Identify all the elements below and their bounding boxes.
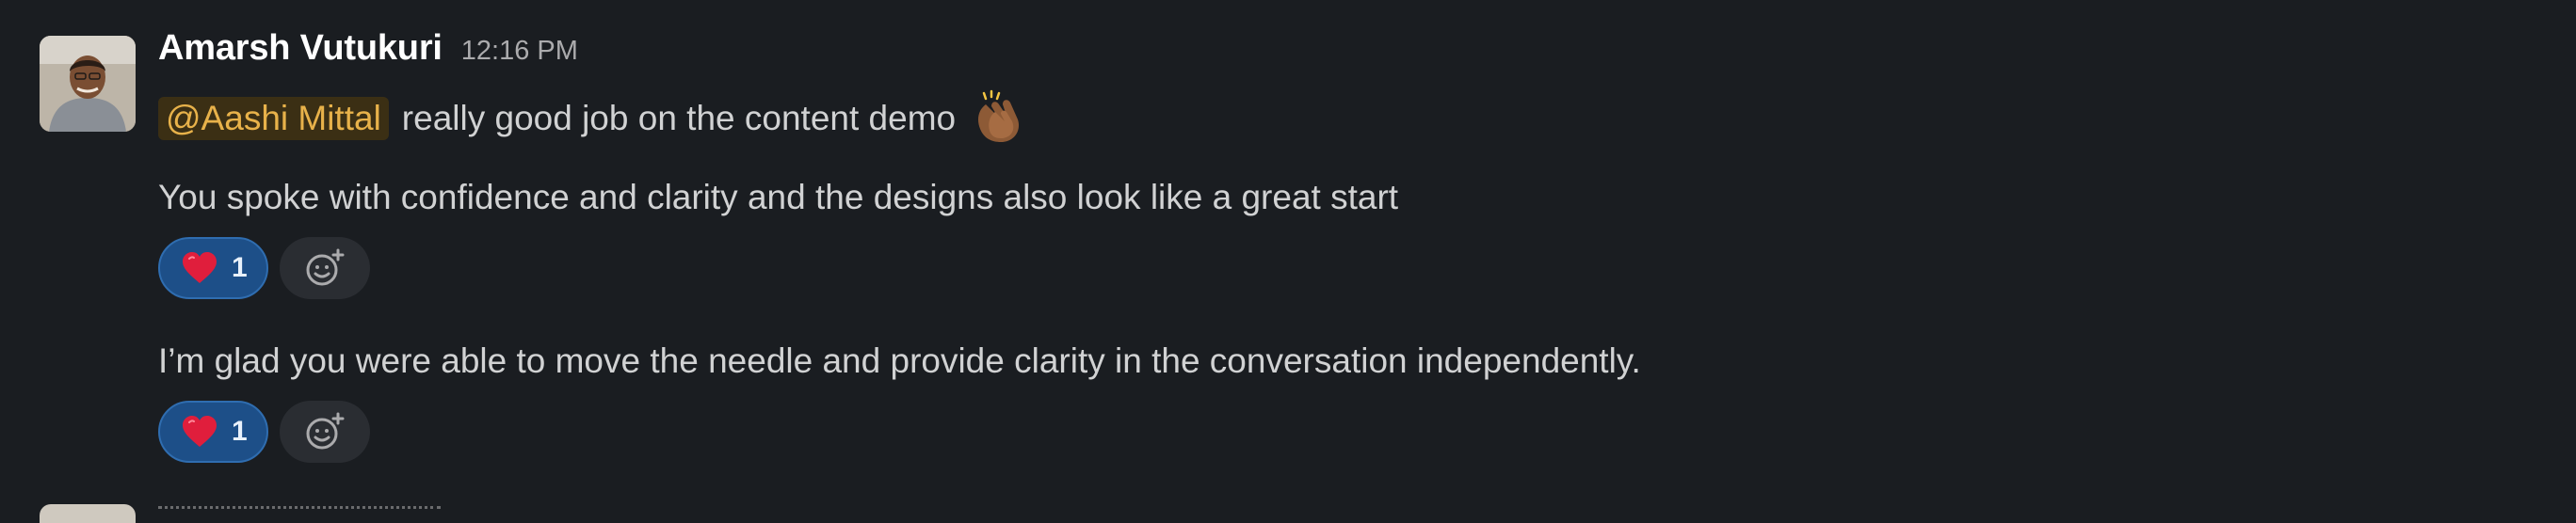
reaction-count: 1 xyxy=(232,416,248,447)
message-line-1: @Aashi Mittal really good job on the con… xyxy=(158,87,1027,147)
reaction-bar-2: 1 xyxy=(158,401,370,463)
avatar-photo-icon xyxy=(40,36,136,132)
message-line-3: I’m glad you were able to move the needl… xyxy=(158,333,1641,389)
add-reaction-button[interactable] xyxy=(279,401,370,463)
message-line-2: You spoke with confidence and clarity an… xyxy=(158,169,1398,226)
add-emoji-icon xyxy=(306,412,345,450)
add-emoji-icon xyxy=(306,248,345,286)
message-text-3: I’m glad you were able to move the needl… xyxy=(158,341,1641,380)
add-reaction-button[interactable] xyxy=(279,237,370,299)
user-mention[interactable]: @Aashi Mittal xyxy=(158,97,389,140)
next-message-header xyxy=(158,506,441,515)
message-text-1: really good job on the content demo xyxy=(401,99,957,137)
reaction-count: 1 xyxy=(232,252,248,283)
next-message-avatar[interactable] xyxy=(40,504,136,523)
heart-icon xyxy=(183,416,217,447)
message-text-2: You spoke with confidence and clarity an… xyxy=(158,178,1399,216)
clapping-hands-icon xyxy=(969,87,1027,146)
heart-icon xyxy=(183,252,217,283)
timestamp[interactable]: 12:16 PM xyxy=(461,36,578,67)
message-header: Amarsh Vutukuri 12:16 PM xyxy=(158,28,578,85)
avatar[interactable] xyxy=(40,36,136,132)
heart-reaction-button[interactable]: 1 xyxy=(158,401,268,463)
heart-reaction-button[interactable]: 1 xyxy=(158,237,268,299)
message-block: Amarsh Vutukuri 12:16 PM @Aashi Mittal r… xyxy=(0,0,2576,523)
author-name[interactable]: Amarsh Vutukuri xyxy=(158,28,443,69)
reaction-bar-1: 1 xyxy=(158,237,370,299)
